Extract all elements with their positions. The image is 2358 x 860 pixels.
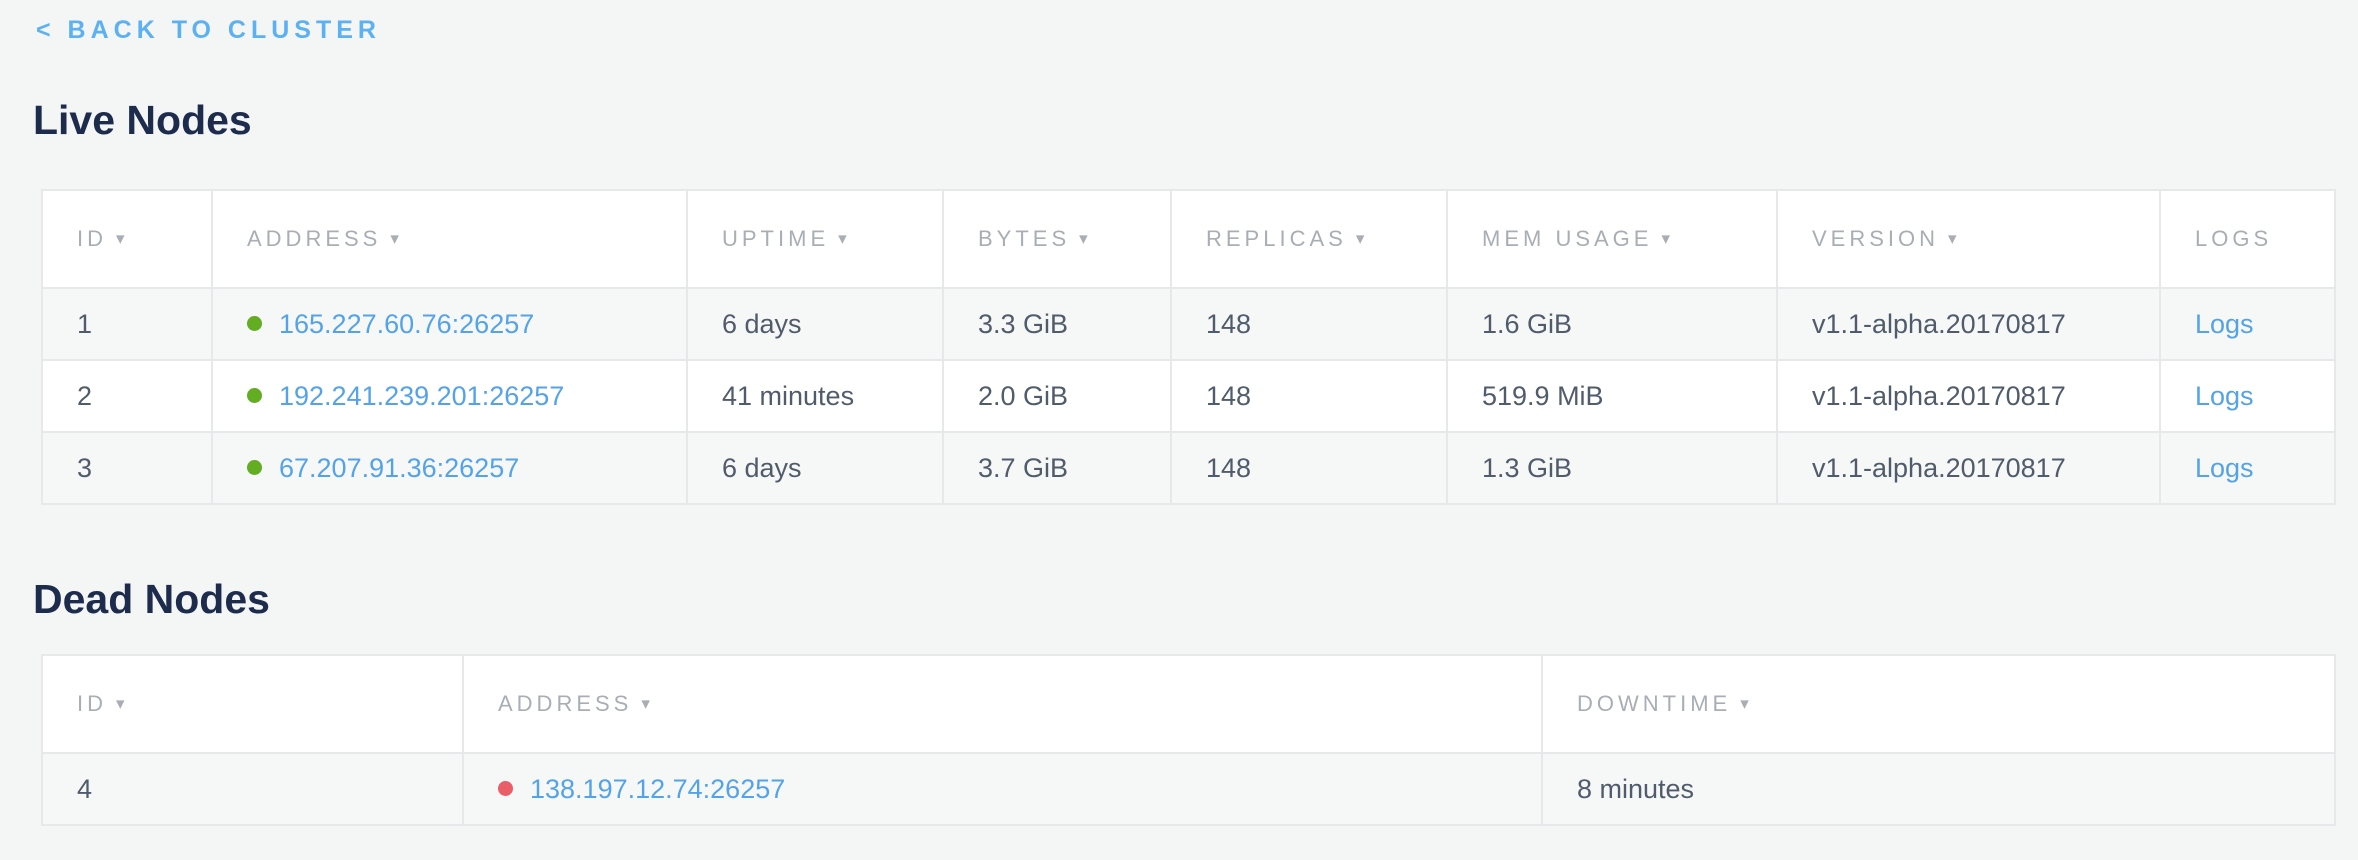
live-nodes-table: ID ▾ ADDRESS ▾ UPTIME ▾ BYTES ▾ REPLICAS ▾ ME…	[41, 189, 2336, 505]
node-uptime-cell: 41 minutes	[687, 360, 943, 432]
node-address-link[interactable]: 165.227.60.76:26257	[279, 309, 534, 339]
node-id-cell: 4	[42, 753, 463, 825]
column-header-label: MEM USAGE	[1482, 226, 1652, 251]
dead-nodes-table: ID ▾ ADDRESS ▾ DOWNTIME ▾ 4 138.197.12.74:2…	[41, 654, 2336, 826]
sort-arrow-icon: ▾	[1356, 229, 1369, 248]
node-logs-cell: Logs	[2160, 432, 2335, 504]
column-header-label: ADDRESS	[498, 691, 632, 716]
sort-arrow-icon: ▾	[641, 694, 654, 713]
column-header-label: ID	[77, 226, 107, 251]
node-id-cell: 3	[42, 432, 212, 504]
sort-arrow-icon: ▾	[1948, 229, 1961, 248]
node-id-cell: 1	[42, 288, 212, 360]
table-row: 2 192.241.239.201:26257 41 minutes 2.0 G…	[42, 360, 2335, 432]
table-row: 1 165.227.60.76:26257 6 days 3.3 GiB 148…	[42, 288, 2335, 360]
node-id-cell: 2	[42, 360, 212, 432]
column-header-address[interactable]: ADDRESS ▾	[212, 190, 687, 288]
node-mem-usage-cell: 1.3 GiB	[1447, 432, 1777, 504]
sort-arrow-icon: ▾	[116, 694, 129, 713]
sort-arrow-icon: ▾	[390, 229, 403, 248]
column-header-address[interactable]: ADDRESS ▾	[463, 655, 1542, 753]
dead-nodes-title: Dead Nodes	[33, 575, 2358, 623]
table-row: 3 67.207.91.36:26257 6 days 3.7 GiB 148 …	[42, 432, 2335, 504]
nodes-overview-page: < BACK TO CLUSTER Live Nodes ID ▾ ADDRESS…	[0, 0, 2358, 860]
column-header-label: UPTIME	[722, 226, 829, 251]
sort-arrow-icon: ▾	[1740, 694, 1753, 713]
node-address-link[interactable]: 138.197.12.74:26257	[530, 774, 785, 804]
dead-status-dot-icon	[498, 781, 513, 796]
live-nodes-title: Live Nodes	[33, 96, 2358, 144]
logs-link[interactable]: Logs	[2195, 309, 2254, 339]
column-header-id[interactable]: ID ▾	[42, 190, 212, 288]
node-bytes-cell: 3.7 GiB	[943, 432, 1171, 504]
back-to-cluster-link[interactable]: < BACK TO CLUSTER	[36, 16, 381, 45]
live-status-dot-icon	[247, 460, 262, 475]
column-header-label: LOGS	[2195, 226, 2272, 251]
live-header-row: ID ▾ ADDRESS ▾ UPTIME ▾ BYTES ▾ REPLICAS ▾ ME…	[42, 190, 2335, 288]
dead-header-row: ID ▾ ADDRESS ▾ DOWNTIME ▾	[42, 655, 2335, 753]
table-row: 4 138.197.12.74:26257 8 minutes	[42, 753, 2335, 825]
node-uptime-cell: 6 days	[687, 432, 943, 504]
node-address-cell: 192.241.239.201:26257	[212, 360, 687, 432]
sort-arrow-icon: ▾	[1079, 229, 1092, 248]
column-header-logs: LOGS	[2160, 190, 2335, 288]
node-bytes-cell: 3.3 GiB	[943, 288, 1171, 360]
node-uptime-cell: 6 days	[687, 288, 943, 360]
column-header-bytes[interactable]: BYTES ▾	[943, 190, 1171, 288]
node-mem-usage-cell: 1.6 GiB	[1447, 288, 1777, 360]
live-status-dot-icon	[247, 388, 262, 403]
node-address-cell: 67.207.91.36:26257	[212, 432, 687, 504]
column-header-label: DOWNTIME	[1577, 691, 1731, 716]
node-mem-usage-cell: 519.9 MiB	[1447, 360, 1777, 432]
node-downtime-cell: 8 minutes	[1542, 753, 2335, 825]
node-version-cell: v1.1-alpha.20170817	[1777, 288, 2160, 360]
node-replicas-cell: 148	[1171, 360, 1447, 432]
sort-arrow-icon: ▾	[1661, 229, 1674, 248]
column-header-id[interactable]: ID ▾	[42, 655, 463, 753]
node-address-cell: 138.197.12.74:26257	[463, 753, 1542, 825]
logs-link[interactable]: Logs	[2195, 381, 2254, 411]
node-version-cell: v1.1-alpha.20170817	[1777, 432, 2160, 504]
node-replicas-cell: 148	[1171, 288, 1447, 360]
column-header-version[interactable]: VERSION ▾	[1777, 190, 2160, 288]
column-header-mem-usage[interactable]: MEM USAGE ▾	[1447, 190, 1777, 288]
logs-link[interactable]: Logs	[2195, 453, 2254, 483]
sort-arrow-icon: ▾	[838, 229, 851, 248]
column-header-label: ADDRESS	[247, 226, 381, 251]
column-header-label: ID	[77, 691, 107, 716]
column-header-label: VERSION	[1812, 226, 1939, 251]
node-logs-cell: Logs	[2160, 360, 2335, 432]
column-header-label: REPLICAS	[1206, 226, 1347, 251]
node-address-link[interactable]: 67.207.91.36:26257	[279, 453, 519, 483]
node-version-cell: v1.1-alpha.20170817	[1777, 360, 2160, 432]
node-address-cell: 165.227.60.76:26257	[212, 288, 687, 360]
column-header-label: BYTES	[978, 226, 1070, 251]
sort-arrow-icon: ▾	[116, 229, 129, 248]
column-header-downtime[interactable]: DOWNTIME ▾	[1542, 655, 2335, 753]
node-bytes-cell: 2.0 GiB	[943, 360, 1171, 432]
column-header-uptime[interactable]: UPTIME ▾	[687, 190, 943, 288]
node-address-link[interactable]: 192.241.239.201:26257	[279, 381, 564, 411]
live-status-dot-icon	[247, 316, 262, 331]
column-header-replicas[interactable]: REPLICAS ▾	[1171, 190, 1447, 288]
node-replicas-cell: 148	[1171, 432, 1447, 504]
node-logs-cell: Logs	[2160, 288, 2335, 360]
